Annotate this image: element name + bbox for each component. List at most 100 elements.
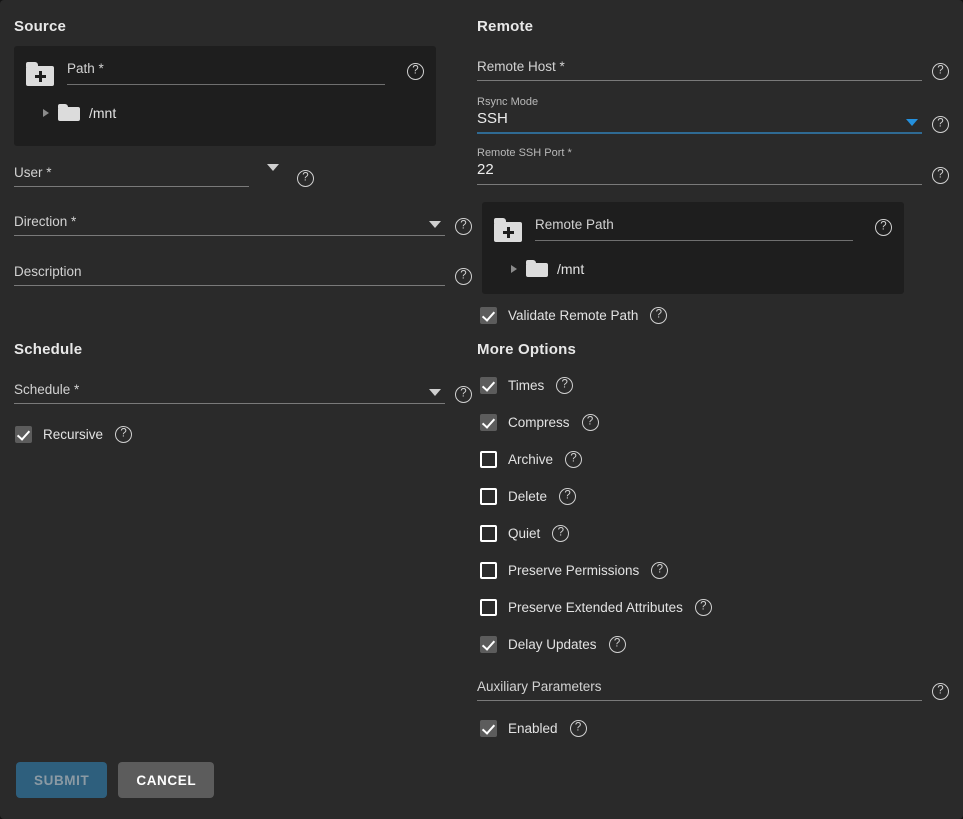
cancel-button[interactable]: CANCEL bbox=[118, 762, 215, 798]
validate-remote-path-label: Validate Remote Path bbox=[508, 308, 639, 323]
direction-help-icon[interactable]: ? bbox=[455, 218, 472, 235]
option-archive-row[interactable]: Archive ? bbox=[480, 451, 712, 468]
rsync-mode-field[interactable]: Rsync Mode SSH ? bbox=[477, 95, 949, 134]
option-archive-label: Archive bbox=[508, 452, 554, 467]
auxiliary-parameters-help-icon[interactable]: ? bbox=[932, 683, 949, 700]
remote-path-help-icon[interactable]: ? bbox=[875, 219, 892, 236]
more-options-section-title: More Options bbox=[477, 341, 577, 358]
option-preserve-extended-attributes-checkbox[interactable] bbox=[480, 599, 497, 616]
more-options-checkbox-list: Times ? Compress ? Archive ? Delete ? Qu… bbox=[480, 377, 712, 653]
remote-ssh-port-label: Remote SSH Port * bbox=[477, 147, 572, 159]
remote-ssh-port-input[interactable]: Remote SSH Port * 22 bbox=[477, 146, 922, 185]
recursive-help-icon[interactable]: ? bbox=[115, 426, 133, 443]
option-quiet-checkbox[interactable] bbox=[480, 525, 497, 542]
option-quiet-row[interactable]: Quiet ? bbox=[480, 525, 712, 542]
option-times-label: Times bbox=[508, 378, 545, 393]
option-delay-updates-help-icon[interactable]: ? bbox=[608, 636, 626, 653]
enabled-checkbox-row[interactable]: Enabled ? bbox=[480, 720, 587, 737]
option-times-row[interactable]: Times ? bbox=[480, 377, 712, 394]
option-preserve-permissions-checkbox[interactable] bbox=[480, 562, 497, 579]
description-input[interactable]: Description bbox=[14, 263, 445, 286]
direction-field[interactable]: Direction * ? bbox=[14, 213, 472, 236]
rsync-task-form: Source Path * ? /mnt User * ? Direction … bbox=[0, 0, 963, 819]
folder-icon bbox=[58, 104, 80, 121]
option-delay-updates-checkbox[interactable] bbox=[480, 636, 497, 653]
description-field[interactable]: Description ? bbox=[14, 263, 472, 286]
option-delay-updates-row[interactable]: Delay Updates ? bbox=[480, 636, 712, 653]
option-delete-help-icon[interactable]: ? bbox=[559, 488, 577, 505]
enabled-help-icon[interactable]: ? bbox=[569, 720, 587, 737]
remote-ssh-port-field[interactable]: Remote SSH Port * 22 ? bbox=[477, 146, 949, 185]
rsync-mode-label: Rsync Mode bbox=[477, 96, 539, 108]
option-preserve-permissions-row[interactable]: Preserve Permissions ? bbox=[480, 562, 712, 579]
folder-add-icon[interactable] bbox=[494, 218, 522, 242]
option-delete-row[interactable]: Delete ? bbox=[480, 488, 712, 505]
direction-label: Direction * bbox=[14, 214, 77, 229]
folder-add-icon[interactable] bbox=[26, 62, 54, 86]
remote-ssh-port-value: 22 bbox=[477, 161, 494, 178]
remote-path-input[interactable]: Remote Path bbox=[535, 216, 853, 241]
remote-section-title: Remote bbox=[477, 18, 534, 35]
rsync-mode-select[interactable]: Rsync Mode SSH bbox=[477, 95, 922, 134]
schedule-label: Schedule * bbox=[14, 382, 80, 397]
auxiliary-parameters-field[interactable]: Auxiliary Parameters ? bbox=[477, 678, 949, 701]
remote-ssh-port-help-icon[interactable]: ? bbox=[932, 167, 949, 184]
direction-chevron-down-icon[interactable] bbox=[429, 221, 441, 228]
option-times-checkbox[interactable] bbox=[480, 377, 497, 394]
validate-remote-path-checkbox[interactable] bbox=[480, 307, 497, 324]
schedule-chevron-down-icon[interactable] bbox=[429, 389, 441, 396]
validate-remote-path-help-icon[interactable]: ? bbox=[650, 307, 668, 324]
user-input[interactable]: User * bbox=[14, 164, 249, 187]
remote-tree-item-mnt[interactable]: /mnt bbox=[494, 260, 892, 277]
direction-select[interactable]: Direction * bbox=[14, 213, 445, 236]
option-archive-checkbox[interactable] bbox=[480, 451, 497, 468]
option-delete-checkbox[interactable] bbox=[480, 488, 497, 505]
chevron-right-icon[interactable] bbox=[511, 264, 517, 273]
option-compress-help-icon[interactable]: ? bbox=[581, 414, 599, 431]
option-quiet-label: Quiet bbox=[508, 526, 541, 541]
auxiliary-parameters-input[interactable]: Auxiliary Parameters bbox=[477, 678, 922, 701]
source-path-row: Path * ? bbox=[26, 60, 424, 86]
enabled-checkbox[interactable] bbox=[480, 720, 497, 737]
user-dropdown-chevron-down-icon[interactable] bbox=[267, 164, 279, 171]
option-preserve-extended-attributes-row[interactable]: Preserve Extended Attributes ? bbox=[480, 599, 712, 616]
description-help-icon[interactable]: ? bbox=[455, 268, 472, 285]
remote-path-row: Remote Path ? bbox=[494, 216, 892, 242]
source-path-help-icon[interactable]: ? bbox=[407, 63, 424, 80]
option-delete-label: Delete bbox=[508, 489, 548, 504]
submit-button[interactable]: SUBMIT bbox=[16, 762, 108, 798]
validate-remote-path-checkbox-row[interactable]: Validate Remote Path ? bbox=[480, 307, 668, 324]
option-quiet-help-icon[interactable]: ? bbox=[552, 525, 570, 542]
recursive-label: Recursive bbox=[43, 427, 104, 442]
source-tree-item-mnt[interactable]: /mnt bbox=[26, 104, 424, 121]
remote-path-explorer: Remote Path ? /mnt bbox=[482, 202, 904, 294]
option-compress-checkbox[interactable] bbox=[480, 414, 497, 431]
folder-icon bbox=[526, 260, 548, 277]
rsync-mode-value: SSH bbox=[477, 110, 508, 127]
remote-host-input[interactable]: Remote Host * bbox=[477, 58, 922, 81]
remote-host-field[interactable]: Remote Host * ? bbox=[477, 58, 949, 81]
schedule-help-icon[interactable]: ? bbox=[455, 386, 472, 403]
auxiliary-parameters-label: Auxiliary Parameters bbox=[477, 679, 602, 694]
chevron-right-icon[interactable] bbox=[43, 108, 49, 117]
description-label: Description bbox=[14, 264, 82, 279]
rsync-mode-chevron-down-icon[interactable] bbox=[906, 119, 918, 126]
option-preserve-permissions-help-icon[interactable]: ? bbox=[651, 562, 669, 579]
schedule-field[interactable]: Schedule * ? bbox=[14, 381, 472, 404]
recursive-checkbox-row[interactable]: Recursive ? bbox=[15, 426, 133, 443]
source-path-input[interactable]: Path * bbox=[67, 60, 385, 85]
option-preserve-extended-attributes-help-icon[interactable]: ? bbox=[694, 599, 712, 616]
recursive-checkbox[interactable] bbox=[15, 426, 32, 443]
remote-host-help-icon[interactable]: ? bbox=[932, 63, 949, 80]
user-label: User * bbox=[14, 165, 52, 180]
source-path-label: Path * bbox=[67, 61, 104, 76]
user-field[interactable]: User * ? bbox=[14, 164, 314, 187]
option-times-help-icon[interactable]: ? bbox=[556, 377, 574, 394]
schedule-select[interactable]: Schedule * bbox=[14, 381, 445, 404]
option-compress-row[interactable]: Compress ? bbox=[480, 414, 712, 431]
option-archive-help-icon[interactable]: ? bbox=[565, 451, 583, 468]
remote-path-label: Remote Path bbox=[535, 217, 614, 232]
remote-host-label: Remote Host * bbox=[477, 59, 565, 74]
rsync-mode-help-icon[interactable]: ? bbox=[932, 116, 949, 133]
user-help-icon[interactable]: ? bbox=[297, 170, 314, 187]
